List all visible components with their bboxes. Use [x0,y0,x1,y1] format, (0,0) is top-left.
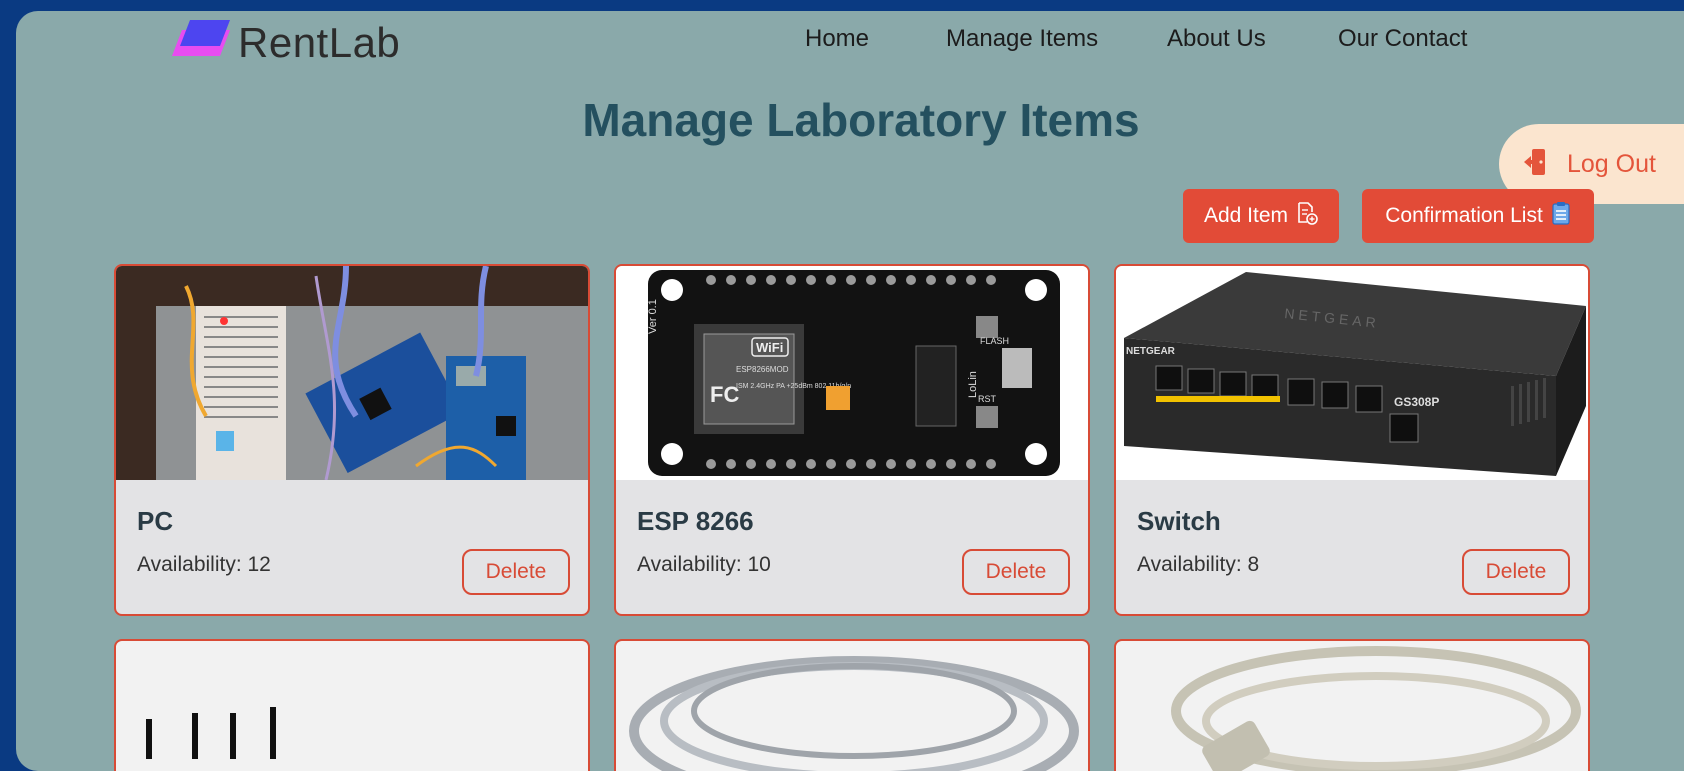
brand-logo[interactable]: RentLab [168,19,400,67]
add-item-button[interactable]: Add Item [1183,189,1339,243]
item-photo-esp8266: Ver 0.1 WiFi ESP8266MOD FC ISM 2.4GHz PA… [616,266,1088,480]
page-title: Manage Laboratory Items [582,94,1140,146]
item-card-cable [614,639,1090,771]
nav-home[interactable]: Home [805,25,869,53]
esp-flash-label: FLASH [980,336,1009,346]
item-card-serial-cable [1114,639,1590,771]
logo-mark-icon [168,20,230,66]
item-card-switch: NETGEAR NETGEAR GS308P Switch Availabili… [1114,264,1590,616]
item-availability: Availability: 10 [637,553,771,576]
add-document-icon [1296,201,1318,231]
delete-button[interactable]: Delete [1462,549,1570,595]
item-name: ESP 8266 [637,506,754,536]
switch-model: GS308P [1394,395,1439,409]
esp-chip-model: ESP8266MOD [736,365,789,374]
item-card-pc: PC Availability: 12 Delete [114,264,590,616]
switch-front-brand: NETGEAR [1126,346,1176,357]
app-frame: RentLab Home Manage Items About Us Our C… [16,11,1684,771]
clipboard-list-icon [1551,201,1571,231]
nav-our-contact[interactable]: Our Contact [1338,25,1467,53]
item-name: Switch [1137,506,1221,536]
delete-button[interactable]: Delete [962,549,1070,595]
item-availability: Availability: 8 [1137,553,1260,576]
item-photo-pc [116,266,588,480]
confirmation-list-button[interactable]: Confirmation List [1362,189,1594,243]
add-item-label: Add Item [1203,204,1289,227]
delete-button[interactable]: Delete [462,549,570,595]
confirmation-list-label: Confirmation List [1385,204,1543,227]
nav-about-us[interactable]: About Us [1167,25,1266,53]
item-availability: Availability: 12 [137,553,271,576]
esp-rst-label: RST [978,394,997,404]
logout-icon [1521,147,1551,182]
item-name: PC [137,506,174,536]
brand-name: RentLab [238,19,401,66]
logout-label: Log Out [1567,149,1656,178]
nav-manage-items[interactable]: Manage Items [946,25,1098,53]
item-card-router [114,639,590,771]
esp-silkscreen-ver: Ver 0.1 [647,299,659,334]
esp-wifi-logo: WiFi [756,340,783,355]
item-photo-switch: NETGEAR NETGEAR GS308P [1116,266,1588,480]
item-card-esp8266: Ver 0.1 WiFi ESP8266MOD FC ISM 2.4GHz PA… [614,264,1090,616]
